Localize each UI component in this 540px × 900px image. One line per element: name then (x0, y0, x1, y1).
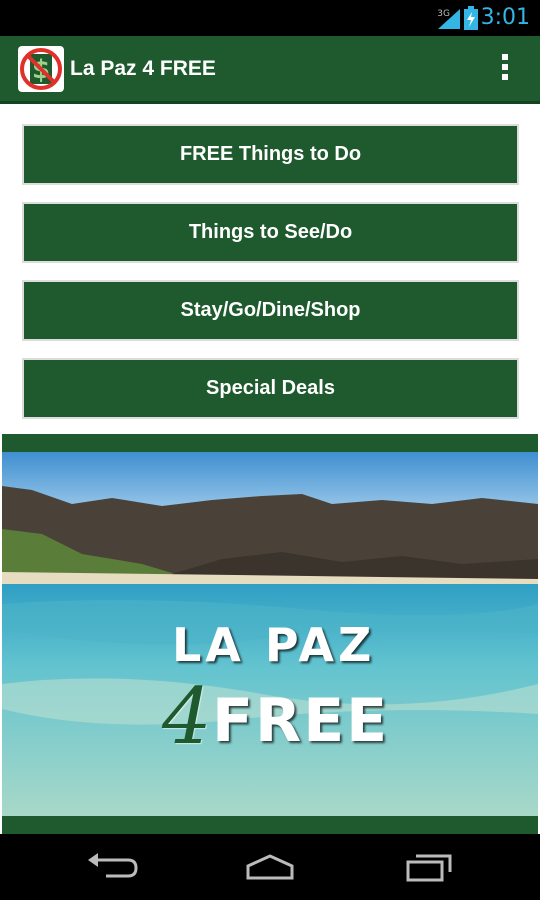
no-dollar-logo-icon: $ (20, 48, 62, 90)
banner-number: 4 (162, 672, 212, 762)
clock: 3:01 (480, 5, 530, 30)
action-bar: $ La Paz 4 FREE (0, 36, 540, 104)
banner-title: LA PAZ (172, 618, 376, 672)
things-to-see-button[interactable]: Things to See/Do (22, 202, 519, 263)
status-bar: 3G 3:01 (0, 0, 540, 36)
stay-go-dine-shop-button[interactable]: Stay/Go/Dine/Shop (22, 280, 519, 341)
recent-apps-icon[interactable] (398, 850, 458, 884)
navigation-bar (0, 834, 540, 900)
banner-image: LA PAZ 4 FREE (2, 434, 538, 834)
banner-free: FREE (212, 686, 390, 756)
battery-charging-icon (464, 6, 478, 30)
special-deals-button[interactable]: Special Deals (22, 358, 519, 419)
overflow-menu-icon[interactable] (498, 54, 512, 86)
app-logo-icon: $ (18, 46, 64, 92)
home-icon[interactable] (240, 850, 300, 884)
free-things-button[interactable]: FREE Things to Do (22, 124, 519, 185)
app-title: La Paz 4 FREE (70, 57, 216, 80)
main-menu: FREE Things to Do Things to See/Do Stay/… (22, 124, 519, 436)
back-icon[interactable] (82, 850, 142, 884)
signal-icon (438, 9, 460, 29)
